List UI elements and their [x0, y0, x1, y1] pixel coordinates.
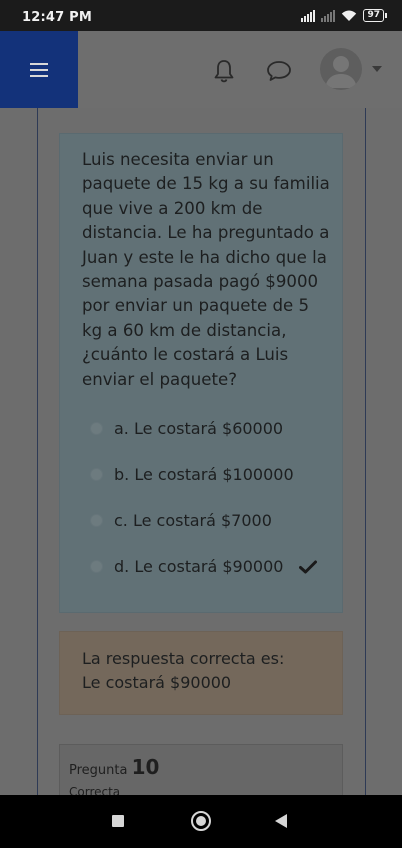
question-text: Luis necesita enviar un paquete de 15 kg…: [82, 150, 330, 389]
radio-button[interactable]: [90, 514, 103, 527]
answer-option-b[interactable]: b. Le costará $100000: [90, 465, 294, 484]
signal-secondary-icon: [321, 9, 336, 22]
answer-option-a[interactable]: a. Le costará $60000: [90, 419, 283, 438]
chat-icon[interactable]: [265, 59, 293, 83]
top-app-bar: [0, 31, 402, 108]
main-content: Luis necesita enviar un paquete de 15 kg…: [0, 108, 402, 795]
option-label: b. Le costará $100000: [114, 465, 294, 484]
recents-button[interactable]: [112, 815, 124, 827]
radio-button[interactable]: [90, 560, 103, 573]
feedback-line-1: La respuesta correcta es:: [82, 649, 285, 668]
chevron-down-icon[interactable]: [372, 66, 382, 72]
answer-option-d[interactable]: d. Le costará $90000: [90, 557, 318, 576]
question-label: Pregunta: [69, 763, 128, 778]
divider: [365, 108, 366, 795]
feedback-line-2: Le costará $90000: [82, 673, 232, 692]
option-label: d. Le costará $90000: [114, 557, 284, 576]
battery-icon: 97: [363, 9, 387, 22]
feedback-text: La respuesta correcta es: Le costará $90…: [82, 647, 284, 695]
question-number: Pregunta 10: [69, 755, 159, 779]
home-button[interactable]: [191, 811, 211, 831]
avatar[interactable]: [320, 48, 362, 90]
menu-button[interactable]: [0, 31, 78, 108]
back-button[interactable]: [275, 814, 287, 828]
question-number-value: 10: [131, 755, 160, 779]
wifi-icon: [342, 10, 357, 21]
system-nav-bar: [0, 795, 402, 848]
radio-button[interactable]: [90, 422, 103, 435]
bell-icon[interactable]: [213, 58, 235, 84]
next-question-card: Pregunta 10 Correcta: [59, 744, 343, 795]
feedback-card: La respuesta correcta es: Le costará $90…: [59, 631, 343, 715]
checkmark-icon: [299, 560, 318, 573]
status-time: 12:47 PM: [22, 10, 92, 25]
divider: [37, 108, 38, 795]
signal-icon: [301, 9, 316, 22]
status-icons: 97: [301, 9, 387, 22]
question-card: Luis necesita enviar un paquete de 15 kg…: [59, 133, 343, 613]
question-status: Correcta: [69, 785, 121, 795]
user-icon: [325, 56, 357, 88]
option-label: c. Le costará $7000: [114, 511, 272, 530]
menu-icon: [30, 59, 48, 81]
answer-option-c[interactable]: c. Le costará $7000: [90, 511, 272, 530]
status-bar: 12:47 PM 97: [0, 0, 402, 31]
radio-button[interactable]: [90, 468, 103, 481]
option-label: a. Le costará $60000: [114, 419, 284, 438]
